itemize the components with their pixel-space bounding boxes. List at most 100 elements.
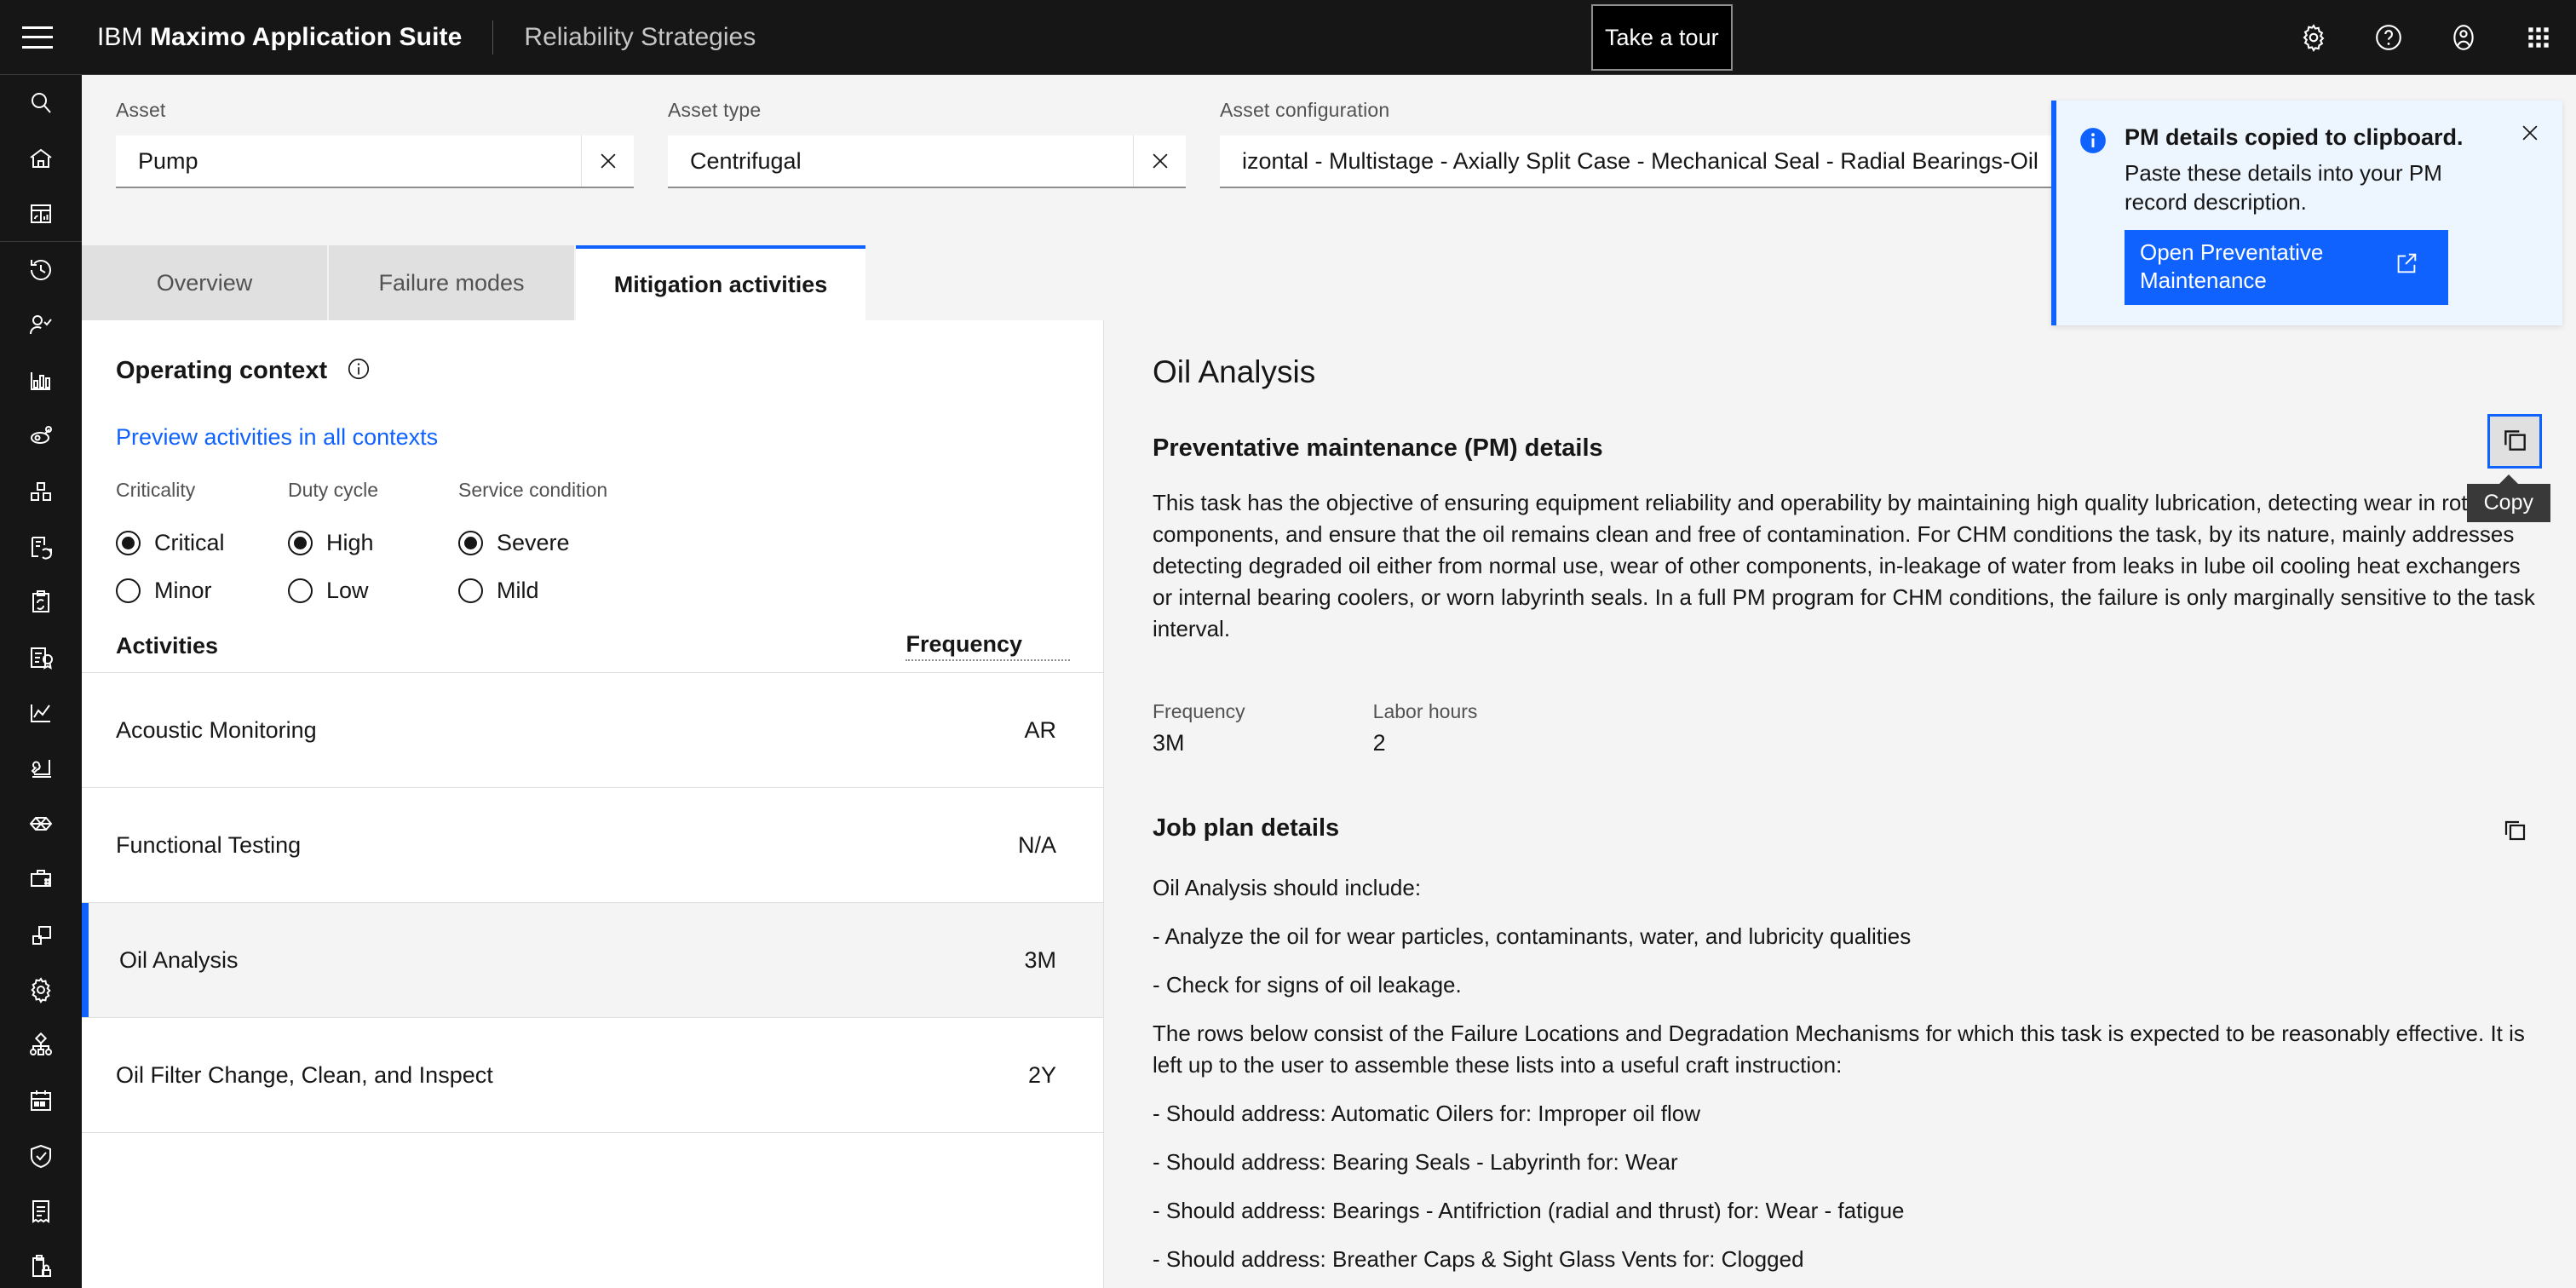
radio-label: Mild — [497, 577, 539, 603]
radio-label: Severe — [497, 529, 570, 555]
asset-configuration-input[interactable]: izontal - Multistage - Axially Split Cas… — [1220, 135, 2106, 187]
help-icon — [2374, 23, 2403, 52]
settings-button[interactable] — [2276, 0, 2351, 75]
toast-close-button[interactable] — [2513, 118, 2547, 152]
app-switcher-button[interactable] — [2501, 0, 2576, 75]
column-header-frequency[interactable]: Frequency — [906, 631, 1070, 661]
rail-item-history[interactable] — [0, 242, 82, 297]
copy-job-plan-button[interactable] — [2491, 808, 2539, 855]
rail-item-toolbox[interactable] — [0, 851, 82, 906]
rail-item-receipt[interactable] — [0, 1183, 82, 1239]
rail-item-home[interactable] — [0, 130, 82, 186]
table-row-partial[interactable] — [82, 1133, 1103, 1167]
home-icon — [27, 145, 55, 172]
information-icon[interactable] — [346, 356, 371, 386]
copy-pm-details-button[interactable] — [2487, 414, 2542, 469]
table-row[interactable]: Oil Filter Change, Clean, and Inspect 2Y — [82, 1018, 1103, 1133]
rail-item-hierarchy[interactable] — [0, 1017, 82, 1072]
pm-description-text: This task has the objective of ensuring … — [1153, 490, 2535, 641]
activity-frequency: AR — [1024, 716, 1056, 743]
rail-item-search[interactable] — [0, 75, 82, 130]
operating-context-title: Operating context — [116, 357, 328, 384]
radio-duty-cycle-low[interactable]: Low — [288, 566, 458, 614]
radio-criticality-minor[interactable]: Minor — [116, 566, 288, 614]
labor-hours-field: Labor hours 2 — [1373, 700, 1478, 756]
take-a-tour-button[interactable]: Take a tour — [1591, 4, 1733, 71]
asset-input[interactable]: Pump — [116, 135, 581, 187]
frequency-field: Frequency 3M — [1153, 700, 1245, 756]
rail-item-bar-chart[interactable] — [0, 353, 82, 408]
brand-prefix: IBM — [97, 22, 143, 51]
brand-product: Maximo Application Suite — [150, 22, 463, 51]
copy-icon — [2501, 816, 2528, 848]
activity-name: Oil Filter Change, Clean, and Inspect — [116, 1061, 493, 1088]
rail-item-clipboard-sync[interactable] — [0, 574, 82, 630]
filter-asset: Asset Pump — [116, 99, 634, 188]
job-plan-line: Oil Analysis should include: — [1153, 875, 1422, 900]
information-filled-icon — [2079, 126, 2107, 305]
job-plan-line: - Analyze the oil for wear particles, co… — [1153, 923, 1912, 949]
activities-table-header: Activities Frequency — [82, 620, 1103, 673]
job-plan-heading: Job plan details — [1153, 814, 1340, 842]
radio-group-criticality: Criticality Critical Minor — [116, 479, 288, 614]
bar-chart-icon — [27, 367, 55, 394]
table-row[interactable]: Acoustic Monitoring AR — [82, 673, 1103, 788]
operating-context-panel: Operating context Preview activities in … — [82, 320, 1104, 1288]
preview-activities-link[interactable]: Preview activities in all contexts — [116, 424, 438, 451]
radio-label: Critical — [154, 529, 225, 555]
rail-item-asset-tag[interactable] — [0, 408, 82, 463]
toast-action-label: Open Preventative Maintenance — [2140, 239, 2324, 293]
rail-item-line-chart[interactable] — [0, 685, 82, 740]
radio-unselected-icon — [288, 578, 313, 603]
help-button[interactable] — [2351, 0, 2426, 75]
rail-item-user-check[interactable] — [0, 297, 82, 353]
operating-context-header: Operating context — [116, 356, 371, 386]
app-switcher-icon — [2524, 23, 2553, 52]
rail-item-dashboard[interactable] — [0, 186, 82, 241]
asset-type-input[interactable]: Centrifugal — [668, 135, 1133, 187]
activity-name: Oil Analysis — [119, 946, 239, 973]
gear-icon — [27, 976, 55, 1003]
user-account-button[interactable] — [2426, 0, 2501, 75]
duty-cycle-label: Duty cycle — [288, 479, 379, 501]
tab-failure-modes[interactable]: Failure modes — [329, 245, 576, 320]
table-row[interactable]: Functional Testing N/A — [82, 788, 1103, 903]
tab-mitigation-activities[interactable]: Mitigation activities — [576, 245, 865, 320]
radio-service-condition-mild[interactable]: Mild — [458, 566, 629, 614]
rail-item-settings[interactable] — [0, 962, 82, 1017]
workflow-sync-icon — [27, 533, 55, 561]
rail-item-shield-check[interactable] — [0, 1128, 82, 1183]
launch-external-icon — [2394, 250, 2435, 283]
rail-item-cubes[interactable] — [0, 463, 82, 519]
rail-item-clipboard-lock[interactable] — [0, 1239, 82, 1288]
hamburger-menu-button[interactable] — [0, 0, 75, 74]
notification-toast: PM details copied to clipboard. Paste th… — [2051, 101, 2562, 325]
rail-item-workflow-sync[interactable] — [0, 519, 82, 574]
asset-type-clear-button[interactable] — [1133, 135, 1186, 187]
table-row-selected[interactable]: Oil Analysis 3M — [82, 903, 1103, 1018]
radio-service-condition-severe[interactable]: Severe — [458, 519, 629, 566]
job-plan-line: - Should address: Automatic Oilers for: … — [1153, 1101, 1701, 1126]
history-icon — [27, 256, 55, 284]
radio-criticality-critical[interactable]: Critical — [116, 519, 288, 566]
open-preventative-maintenance-button[interactable]: Open Preventative Maintenance — [2125, 230, 2448, 305]
tab-overview[interactable]: Overview — [82, 245, 329, 320]
rail-item-windows[interactable] — [0, 906, 82, 962]
app-root: IBM Maximo Application Suite Reliability… — [0, 0, 2576, 1288]
radio-label: High — [326, 529, 374, 555]
job-plan-line: The rows below consist of the Failure Lo… — [1153, 1021, 2525, 1078]
rail-item-calendar[interactable] — [0, 1072, 82, 1128]
radio-label: Minor — [154, 577, 212, 603]
calendar-icon — [27, 1087, 55, 1114]
rail-item-certificate[interactable] — [0, 630, 82, 685]
radio-duty-cycle-high[interactable]: High — [288, 519, 458, 566]
filter-asset-type-label: Asset type — [668, 99, 762, 121]
brand-title[interactable]: IBM Maximo Application Suite — [75, 23, 462, 52]
rail-item-hexagon[interactable] — [0, 796, 82, 851]
rail-item-screen-tool[interactable] — [0, 740, 82, 796]
filter-asset-configuration-label: Asset configuration — [1220, 99, 1390, 121]
clipboard-sync-icon — [27, 589, 55, 616]
filter-asset-label: Asset — [116, 99, 166, 121]
asset-clear-button[interactable] — [581, 135, 634, 187]
left-navigation-rail — [0, 75, 82, 1288]
